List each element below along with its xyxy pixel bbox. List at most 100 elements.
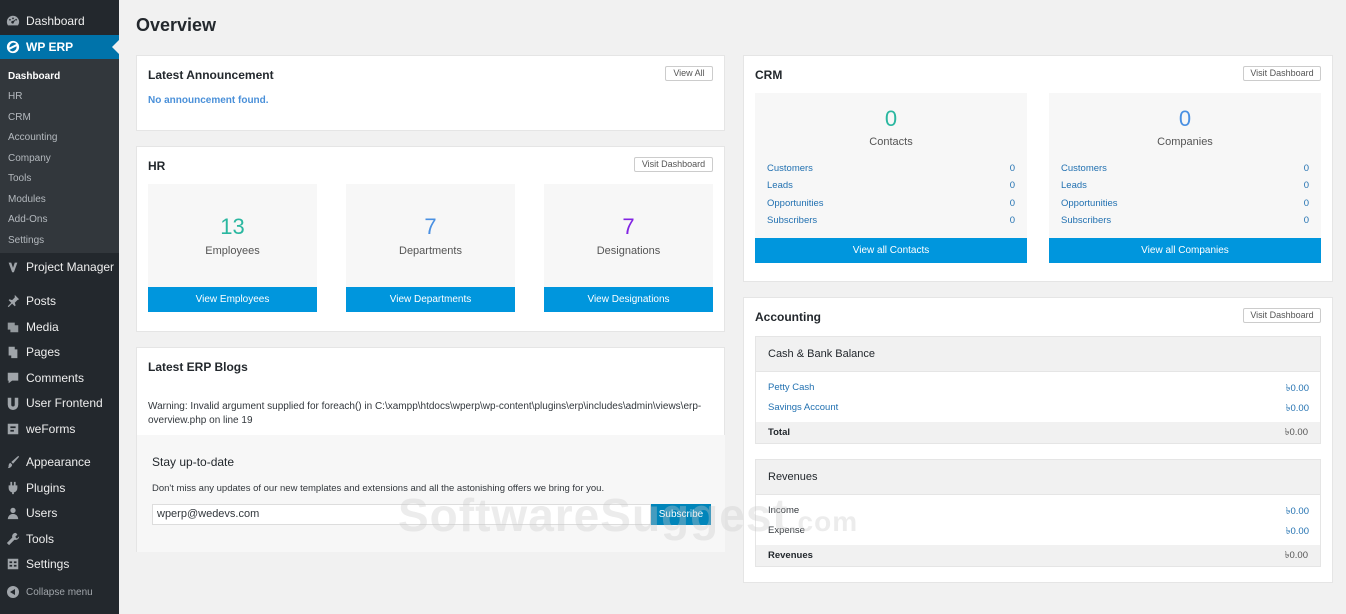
menu-label: Media bbox=[26, 320, 59, 334]
contacts-label: Contacts bbox=[869, 136, 913, 148]
submenu-crm[interactable]: CRM bbox=[8, 112, 31, 123]
menu-posts[interactable]: Posts bbox=[0, 289, 119, 313]
view-departments-button[interactable]: View Departments bbox=[346, 287, 515, 312]
companies-count: 0 bbox=[1178, 106, 1192, 131]
menu-pages[interactable]: Pages bbox=[0, 340, 119, 364]
submenu-company[interactable]: Company bbox=[8, 153, 51, 164]
companies-row[interactable]: Opportunities 0 bbox=[1061, 198, 1309, 209]
row-label: Subscribers bbox=[1061, 215, 1112, 226]
collapse-icon bbox=[7, 586, 19, 598]
companies-row[interactable]: Leads 0 bbox=[1061, 180, 1309, 191]
row-value: 0 bbox=[1303, 180, 1309, 191]
menu-appearance[interactable]: Appearance bbox=[0, 450, 119, 474]
account-balance: ৳0.00 bbox=[1285, 383, 1309, 394]
view-employees-button[interactable]: View Employees bbox=[148, 287, 317, 312]
row-label: Subscribers bbox=[767, 215, 818, 226]
menu-label: Appearance bbox=[26, 455, 91, 469]
accounting-title: Accounting bbox=[755, 310, 821, 324]
submenu-modules[interactable]: Modules bbox=[8, 194, 46, 205]
menu-comments[interactable]: Comments bbox=[0, 366, 119, 390]
row-label: Customers bbox=[767, 163, 813, 174]
contacts-row[interactable]: Leads 0 bbox=[767, 180, 1015, 191]
employees-label: Employees bbox=[205, 245, 260, 257]
menu-user-frontend[interactable]: User Frontend bbox=[0, 391, 119, 415]
contacts-row[interactable]: Subscribers 0 bbox=[767, 215, 1015, 226]
user-frontend-icon bbox=[6, 396, 20, 410]
menu-label: weForms bbox=[26, 422, 76, 436]
menu-users[interactable]: Users bbox=[0, 501, 119, 525]
contacts-row[interactable]: Opportunities 0 bbox=[767, 198, 1015, 209]
plugin-icon bbox=[6, 481, 20, 495]
companies-row[interactable]: Customers 0 bbox=[1061, 163, 1309, 174]
total-value: ৳0.00 bbox=[1284, 550, 1308, 561]
submenu-settings[interactable]: Settings bbox=[8, 235, 44, 246]
blogs-title: Latest ERP Blogs bbox=[148, 360, 248, 374]
page-title: Overview bbox=[136, 15, 217, 35]
revenue-value[interactable]: ৳0.00 bbox=[1286, 525, 1309, 540]
total-label: Total bbox=[768, 427, 790, 438]
comment-icon bbox=[6, 371, 20, 385]
hr-card: HR Visit Dashboard 13 Employees View Emp… bbox=[136, 146, 725, 332]
departments-count: 7 bbox=[424, 214, 437, 239]
announcement-title: Latest Announcement bbox=[148, 68, 274, 82]
announcement-card: Latest Announcement View All No announce… bbox=[136, 55, 725, 131]
hr-title: HR bbox=[148, 159, 166, 173]
hr-visit-dashboard-button[interactable]: Visit Dashboard bbox=[634, 157, 713, 172]
watermark-suffix: .com bbox=[788, 506, 859, 537]
employees-count: 13 bbox=[220, 214, 245, 239]
media-icon bbox=[6, 320, 20, 334]
cash-total-row: Total ৳0.00 bbox=[756, 422, 1320, 443]
submenu-add-ons[interactable]: Add-Ons bbox=[8, 214, 47, 225]
menu-label: Pages bbox=[26, 345, 61, 359]
menu-media[interactable]: Media bbox=[0, 315, 119, 339]
designations-label: Designations bbox=[596, 245, 661, 257]
account-row[interactable]: Savings Account ৳0.00 bbox=[768, 402, 1309, 417]
submenu-hr[interactable]: HR bbox=[8, 91, 22, 102]
view-all-button[interactable]: View All bbox=[665, 66, 713, 81]
companies-row[interactable]: Subscribers 0 bbox=[1061, 215, 1309, 226]
row-value: 0 bbox=[1009, 198, 1015, 209]
row-value: 0 bbox=[1009, 215, 1015, 226]
revenues-total-row: Revenues ৳0.00 bbox=[756, 545, 1320, 566]
contacts-count: 0 bbox=[884, 106, 898, 131]
menu-label: User Frontend bbox=[26, 396, 103, 410]
view-all-companies-button[interactable]: View all Companies bbox=[1049, 238, 1321, 263]
cash-bank-heading: Cash & Bank Balance bbox=[756, 337, 1320, 372]
menu-dashboard[interactable]: Dashboard bbox=[0, 9, 119, 33]
menu-tools[interactable]: Tools bbox=[0, 527, 119, 551]
menu-weforms[interactable]: weForms bbox=[0, 417, 119, 441]
view-all-contacts-button[interactable]: View all Contacts bbox=[755, 238, 1027, 263]
php-warning-text: Warning: Invalid argument supplied for f… bbox=[148, 401, 702, 426]
menu-label: Settings bbox=[26, 557, 70, 571]
accounting-visit-dashboard-button[interactable]: Visit Dashboard bbox=[1243, 308, 1321, 323]
watermark-text: SoftwareSuggest bbox=[398, 489, 789, 541]
account-row[interactable]: Petty Cash ৳0.00 bbox=[768, 382, 1309, 397]
submenu-accounting[interactable]: Accounting bbox=[8, 132, 57, 143]
wrench-icon bbox=[6, 532, 20, 546]
watermark-logo: SoftwareSuggest.com bbox=[398, 488, 858, 542]
designations-count: 7 bbox=[622, 214, 635, 239]
menu-wp-erp[interactable]: WP ERP bbox=[0, 35, 119, 59]
pages-icon bbox=[6, 345, 20, 359]
collapse-label: Collapse menu bbox=[26, 586, 93, 598]
submenu-tools[interactable]: Tools bbox=[8, 173, 31, 184]
crm-visit-dashboard-button[interactable]: Visit Dashboard bbox=[1243, 66, 1321, 81]
row-label: Leads bbox=[1061, 180, 1087, 191]
settings-icon bbox=[6, 557, 20, 571]
cash-bank-section: Cash & Bank Balance Petty Cash ৳0.00 Savi… bbox=[755, 336, 1321, 444]
revenue-value[interactable]: ৳0.00 bbox=[1286, 505, 1309, 520]
contacts-row[interactable]: Customers 0 bbox=[767, 163, 1015, 174]
account-name: Petty Cash bbox=[768, 382, 815, 393]
menu-plugins[interactable]: Plugins bbox=[0, 476, 119, 500]
menu-project-manager[interactable]: Project Manager bbox=[0, 255, 119, 279]
view-designations-button[interactable]: View Designations bbox=[544, 287, 713, 312]
admin-sidebar: Dashboard WP ERP Dashboard HR CRM Accoun… bbox=[0, 0, 119, 614]
no-announcement-text: No announcement found. bbox=[148, 95, 269, 106]
submenu-dashboard[interactable]: Dashboard bbox=[8, 71, 60, 82]
collapse-menu[interactable]: Collapse menu bbox=[0, 583, 119, 601]
menu-label: Dashboard bbox=[26, 14, 85, 28]
contacts-stat: 0 Contacts Customers 0 Leads 0 Opportuniti… bbox=[755, 93, 1027, 238]
crm-title: CRM bbox=[755, 68, 783, 82]
menu-settings[interactable]: Settings bbox=[0, 552, 119, 576]
total-value: ৳0.00 bbox=[1284, 427, 1308, 438]
